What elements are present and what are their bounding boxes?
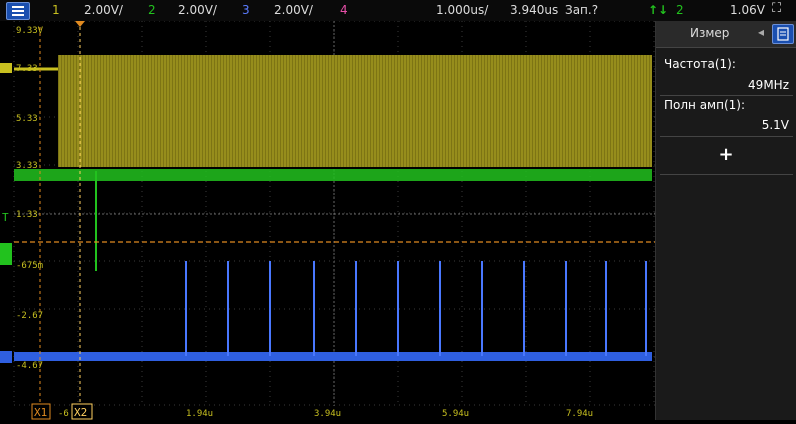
meas-label-amplitude: Полн амп(1): (664, 98, 745, 112)
ch4-number[interactable]: 4 (340, 3, 348, 17)
divider (660, 136, 793, 137)
status-bar: 1 2.00V/ 2 2.00V/ 3 2.00V/ 4 1.000us/ 3.… (0, 0, 796, 22)
volt-label: 3.33 (16, 161, 38, 171)
run-status: Зап.? (565, 3, 599, 17)
time-label: 3.94u (314, 409, 341, 419)
waveform-display[interactable]: T 9.33V 7.33 5.33 3.33 1.33 -675m -2.67 … (0, 20, 655, 420)
measurement-panel: Измер ◂ Частота(1): 49MHz Полн амп(1): 5… (655, 21, 796, 420)
time-label: 5.94u (442, 409, 469, 419)
volt-label: 9.33V (16, 26, 44, 36)
ch2-waveform (14, 169, 652, 181)
volt-label: 1.33 (16, 210, 38, 220)
meas-value-amplitude: 5.1V (761, 118, 789, 132)
graticule: T 9.33V 7.33 5.33 3.33 1.33 -675m -2.67 … (0, 20, 655, 420)
ch1-ground-marker[interactable] (0, 63, 12, 73)
panel-title: Измер (690, 26, 730, 40)
trigger-level[interactable]: 1.06V (730, 3, 765, 17)
meas-value-frequency: 49MHz (748, 78, 789, 92)
ch3-scale[interactable]: 2.00V/ (274, 3, 313, 17)
ch3-waveform (14, 352, 652, 361)
ch3-number[interactable]: 3 (242, 3, 250, 17)
ch3-ground-marker[interactable] (0, 351, 12, 363)
time-delay[interactable]: 3.940us (510, 3, 558, 17)
panel-header[interactable]: Измер ◂ (656, 21, 796, 48)
ch2-ground-marker[interactable] (0, 243, 12, 265)
timebase[interactable]: 1.000us/ (436, 3, 488, 17)
volt-label: -4.67 (16, 361, 43, 371)
trigger-marker-t: T (2, 211, 9, 224)
cursor-x1-label: X1 (34, 406, 47, 419)
trigger-rising-edge-icon[interactable]: ↑↓ (648, 3, 668, 17)
time-label: 7.94u (566, 409, 593, 419)
add-measurement-button[interactable]: + (716, 145, 736, 165)
trigger-source[interactable]: 2 (676, 3, 684, 17)
fit-screen-icon[interactable]: ⛶ (772, 1, 781, 16)
volt-label: 5.33 (16, 114, 38, 124)
cursor-x2-label: X2 (74, 406, 87, 419)
ch1-scale[interactable]: 2.00V/ (84, 3, 123, 17)
time-label: -6 (58, 409, 69, 419)
ch1-number[interactable]: 1 (52, 3, 60, 17)
time-label: 1.94u (186, 409, 213, 419)
divider (660, 95, 793, 96)
volt-label: -2.67 (16, 311, 43, 321)
trigger-position-marker[interactable] (75, 21, 85, 27)
ch2-scale[interactable]: 2.00V/ (178, 3, 217, 17)
dropdown-arrow-icon[interactable]: ◂ (758, 25, 764, 39)
ch2-number[interactable]: 2 (148, 3, 156, 17)
volt-label: -675m (16, 261, 43, 271)
menu-icon[interactable] (6, 2, 30, 20)
panel-list-icon[interactable] (772, 24, 794, 44)
volt-label: 7.33 (16, 64, 38, 74)
meas-label-frequency: Частота(1): (664, 57, 736, 71)
divider (660, 174, 793, 175)
